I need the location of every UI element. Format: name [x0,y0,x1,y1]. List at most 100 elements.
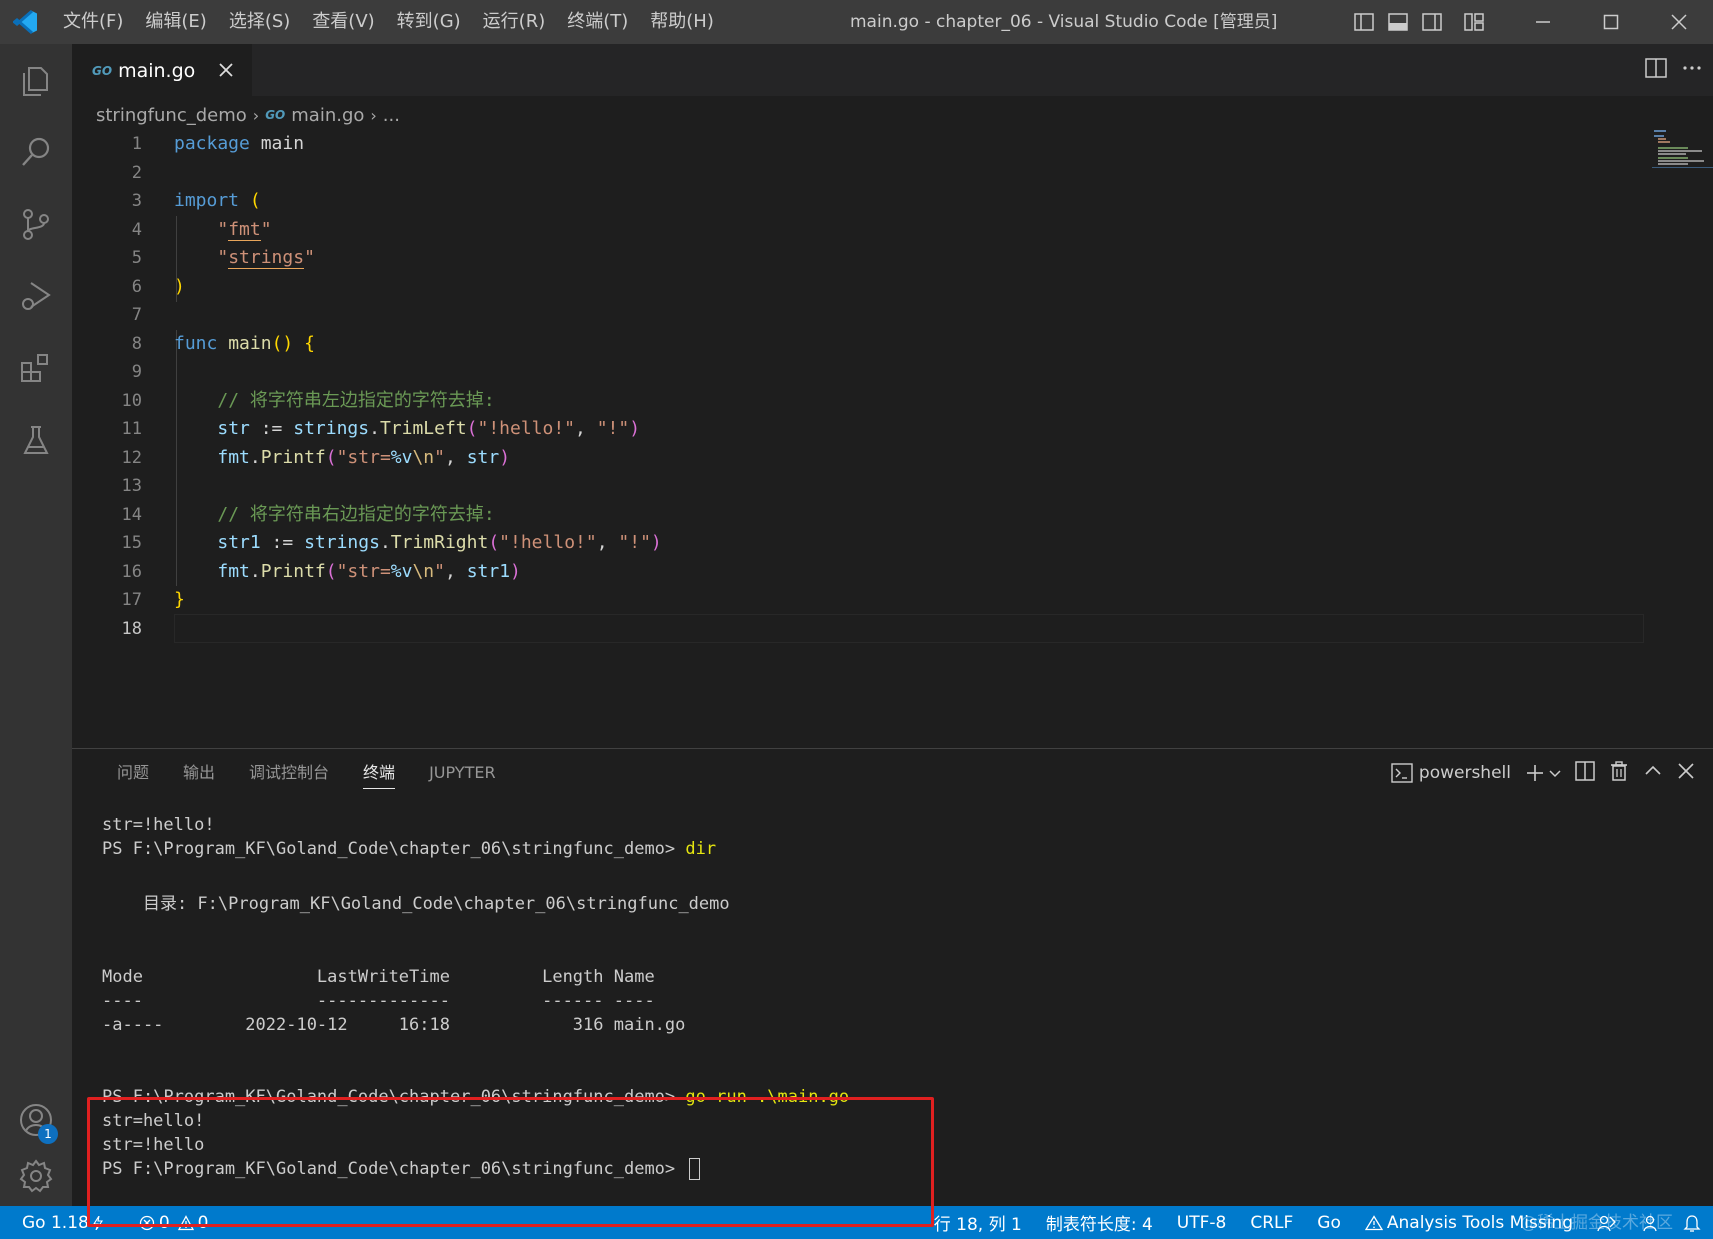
terminal-prompt: PS F:\Program_KF\Goland_Code\chapter_06\… [102,1159,686,1179]
maximize-button[interactable] [1577,0,1645,44]
menu-selection[interactable]: 选择(S) [218,0,301,44]
status-bar-left: Go 1.18 0 0 [22,1206,209,1239]
breadcrumb: stringfunc_demo › GO main.go › ... [96,100,400,130]
tab-label: main.go [118,59,196,82]
terminal-icon [1391,763,1413,783]
escape-sequence: \n [412,446,435,468]
go-file-icon: GO [92,63,113,78]
terminal-line: str=!hello! [102,815,215,835]
encoding[interactable]: UTF-8 [1177,1213,1227,1233]
variable: str [217,418,250,439]
shell-name: powershell [1418,763,1511,783]
comment: // 将字符串左边指定的字符去掉: [217,389,495,411]
error-icon [139,1215,154,1230]
error-count: 0 [158,1212,170,1233]
string: "!" [618,532,651,553]
breadcrumb-folder[interactable]: stringfunc_demo [96,105,247,126]
function-name: main [228,332,272,354]
line-number: 1 [131,134,142,154]
chevron-down-icon [1549,770,1561,778]
split-terminal-icon[interactable] [1575,761,1595,785]
indentation[interactable]: 制表符长度: 4 [1046,1210,1153,1235]
more-actions-icon[interactable] [1681,58,1703,82]
end-of-line[interactable]: CRLF [1250,1213,1293,1233]
menu-run[interactable]: 运行(R) [472,0,557,44]
keyword: import [174,190,240,211]
code-content: package main import ( "fmt" "strings" ) … [174,130,1644,643]
kill-terminal-trash-icon[interactable] [1609,761,1629,785]
keyword: func [174,332,218,354]
activity-bar: 1 [0,44,72,1206]
terminal-shell-selector[interactable]: powershell [1391,762,1511,784]
new-terminal-button[interactable] [1525,763,1561,783]
tab-main-go[interactable]: GO main.go [72,44,252,96]
warning-count: 0 [197,1212,209,1233]
extensions-icon[interactable] [0,332,72,404]
cursor-position[interactable]: 行 18, 列 1 [934,1210,1022,1235]
run-debug-icon[interactable] [0,260,72,332]
operator: := [260,532,305,553]
bracket: ( [325,446,337,468]
menu-terminal[interactable]: 终端(T) [556,0,639,44]
menu-file[interactable]: 文件(F) [52,0,134,44]
line-number: 12 [121,447,142,468]
menu-view[interactable]: 查看(V) [301,0,385,44]
maximize-panel-chevron-up-icon[interactable] [1643,761,1663,785]
search-icon[interactable] [0,116,72,188]
panel-actions: powershell [1391,749,1695,797]
close-panel-icon[interactable] [1677,762,1695,784]
minimap[interactable] [1652,130,1713,170]
tab-output[interactable]: 输出 [166,749,232,797]
breadcrumb-file[interactable]: main.go [291,105,364,126]
language-mode[interactable]: Go [1317,1213,1341,1233]
minimize-button[interactable] [1509,0,1577,44]
split-editor-icon[interactable] [1645,58,1667,82]
line-number: 4 [131,219,142,240]
tab-terminal[interactable]: 终端 [346,749,412,797]
editor-tab-bar: GO main.go [72,44,1713,96]
source-control-icon[interactable] [0,188,72,260]
customize-layout-icon[interactable] [1457,0,1491,44]
tab-debug-console[interactable]: 调试控制台 [232,749,346,797]
problems-status[interactable]: 0 0 [139,1213,209,1233]
go-version-status[interactable]: Go 1.18 [22,1213,103,1233]
package-ref: strings [304,532,380,553]
line-number: 13 [121,476,142,496]
dot: . [369,418,380,439]
testing-icon[interactable] [0,404,72,476]
string: "!" [596,418,630,439]
toggle-panel-icon[interactable] [1381,0,1415,44]
breadcrumb-more[interactable]: ... [383,105,400,126]
string: fmt [228,218,261,241]
close-window-button[interactable] [1645,0,1713,44]
code-editor[interactable]: 1 2 3 4 5 6 7 8 9 10 11 12 13 14 15 16 1… [72,130,1713,748]
warning-icon [177,1214,194,1230]
tab-jupyter[interactable]: JUPYTER [412,749,513,797]
explorer-icon[interactable] [0,44,72,116]
terminal-output[interactable]: str=!hello! PS F:\Program_KF\Goland_Code… [102,813,1682,1181]
function-call: TrimRight [390,532,489,553]
watermark: @稀土掘金技术社区 [1520,1213,1673,1233]
toggle-primary-sidebar-icon[interactable] [1347,0,1381,44]
escape-sequence: \n [412,560,435,582]
code-line: str := strings.TrimLeft("!hello!", "!") [174,415,1644,444]
notifications-bell-icon[interactable] [1683,1214,1701,1232]
tab-close-icon[interactable] [214,58,238,82]
panel-tabs: 问题 输出 调试控制台 终端 JUPYTER [100,749,513,797]
bracket: ) [499,446,511,468]
bracket: } [174,589,185,610]
toggle-secondary-sidebar-icon[interactable] [1415,0,1449,44]
line-number-active: 18 [121,618,142,639]
menu-edit[interactable]: 编辑(E) [134,0,217,44]
comma: , [596,532,619,553]
go-version-label: Go 1.18 [22,1212,89,1233]
bracket: ( [466,418,478,439]
settings-gear-icon[interactable] [0,1140,72,1212]
menu-help[interactable]: 帮助(H) [639,0,725,44]
tab-problems[interactable]: 问题 [100,749,166,797]
menu-go[interactable]: 转到(G) [386,0,472,44]
title-bar: 文件(F) 编辑(E) 选择(S) 查看(V) 转到(G) 运行(R) 终端(T… [0,0,1713,44]
line-number: 9 [131,362,142,382]
